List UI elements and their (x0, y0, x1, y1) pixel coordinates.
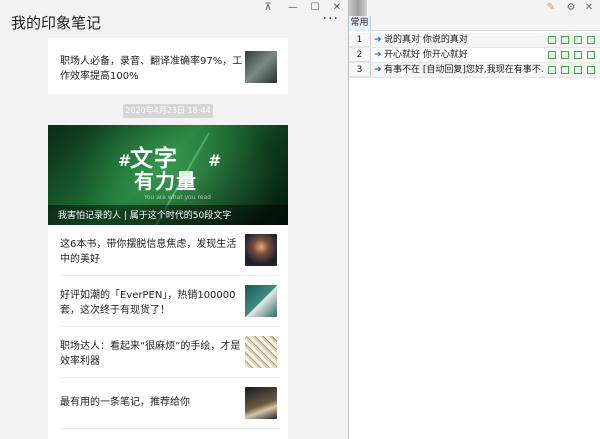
reply-text[interactable]: 说的真对 你说的真对 (384, 33, 544, 47)
banner-image[interactable]: # # 文字 有力量 You are what you read 我害怕记录的人… (48, 125, 288, 225)
reply-row[interactable]: 2 ➜ 开心就好 你开心就好 (349, 48, 600, 62)
banner-subtitle: You are what you read (144, 194, 211, 201)
edit-icon[interactable]: ✎ (545, 2, 557, 14)
banner-caption-bar: 我害怕记录的人 | 属于这个时代的50段文字 (48, 205, 288, 225)
close-icon[interactable]: ✕ (583, 2, 595, 14)
image-icon[interactable] (548, 51, 556, 59)
pin-icon[interactable]: ⊼ (258, 1, 278, 15)
reply-row[interactable]: 3 ➜ 有事不在 [自动回复]您好,我现在有事不... (349, 63, 600, 77)
row-separator (349, 77, 600, 78)
article-thumbnail[interactable] (245, 51, 277, 83)
list-item[interactable]: 最有用的一条笔记，推荐给你 (48, 378, 288, 428)
minimize-icon[interactable]: — (283, 1, 303, 15)
list-item[interactable]: 这6本书，带你摆脱信息焦虑，发现生活中的美好 (48, 225, 288, 275)
image-icon[interactable] (574, 51, 582, 59)
banner-hash-right: # (208, 151, 222, 170)
evernote-panel: 我的印象笔记 ⊼ — ☐ ✕ ··· 职场人必备，录音、翻译准确率97%，工作效… (0, 0, 348, 439)
quick-reply-panel: ✎ ⚙ ✕ 常用 1 ➜ 说的真对 你说的真对 2 ➜ 开心就好 你开心就好 3… (349, 0, 600, 439)
image-icon[interactable] (548, 36, 556, 44)
image-icon[interactable] (548, 66, 556, 74)
banner-headline-2: 有力量 (134, 169, 197, 193)
row-number: 1 (349, 33, 371, 47)
image-icon[interactable] (574, 36, 582, 44)
tab-bar: 常用 (349, 16, 600, 31)
more-options-button[interactable]: ··· (323, 12, 339, 26)
list-item[interactable]: 职场达人：看起来“很麻烦”的手绘，才是效率利器 (48, 327, 288, 377)
app-title: 我的印象笔记 (11, 14, 102, 32)
article-thumbnail[interactable] (245, 285, 277, 317)
banner-caption[interactable]: 我害怕记录的人 | 属于这个时代的50段文字 (58, 208, 231, 221)
screen: 我的印象笔记 ⊼ — ☐ ✕ ··· 职场人必备，录音、翻译准确率97%，工作效… (0, 0, 600, 439)
image-icon[interactable] (561, 36, 569, 44)
image-icon[interactable] (561, 66, 569, 74)
tab-common[interactable]: 常用 (349, 16, 371, 31)
date-label: 2020年4月23日 18:44 (123, 104, 213, 118)
feed-card: # # 文字 有力量 You are what you read 我害怕记录的人… (48, 125, 288, 439)
image-icon[interactable] (574, 66, 582, 74)
title-bar: 我的印象笔记 ⊼ — ☐ ✕ ··· (0, 0, 348, 38)
maximize-icon[interactable]: ☐ (305, 1, 325, 15)
image-icon[interactable] (587, 66, 595, 74)
divider (60, 428, 280, 429)
list-item[interactable]: 好评如潮的「EverPEN」，热销100000套，这次终于有现货了！ (48, 276, 288, 326)
reply-row[interactable]: 1 ➜ 说的真对 你说的真对 (349, 33, 600, 47)
article-thumbnail[interactable] (245, 336, 277, 368)
article-title[interactable]: 好评如潮的「EverPEN」，热销100000套，这次终于有现货了！ (60, 288, 245, 318)
settings-icon[interactable]: ⚙ (565, 2, 577, 14)
arrow-icon: ➜ (374, 50, 382, 60)
arrow-icon: ➜ (374, 35, 382, 45)
article-title[interactable]: 最有用的一条笔记，推荐给你 (60, 395, 245, 410)
quick-reply-toolbar: ✎ ⚙ ✕ (349, 0, 600, 16)
article-thumbnail[interactable] (245, 234, 277, 266)
blurred-avatar (349, 0, 367, 16)
reply-text[interactable]: 有事不在 [自动回复]您好,我现在有事不... (384, 63, 544, 77)
feed-card[interactable]: 职场人必备，录音、翻译准确率97%，工作效率提高100% (48, 38, 288, 94)
image-icon[interactable] (587, 36, 595, 44)
row-number: 3 (349, 63, 371, 77)
image-icon[interactable] (587, 51, 595, 59)
arrow-icon: ➜ (374, 65, 382, 75)
article-title[interactable]: 这6本书，带你摆脱信息焦虑，发现生活中的美好 (60, 237, 245, 267)
reply-text[interactable]: 开心就好 你开心就好 (384, 48, 544, 62)
article-title[interactable]: 职场人必备，录音、翻译准确率97%，工作效率提高100% (60, 54, 245, 84)
article-thumbnail[interactable] (245, 387, 277, 419)
row-number: 2 (349, 48, 371, 62)
image-icon[interactable] (561, 51, 569, 59)
article-title[interactable]: 职场达人：看起来“很麻烦”的手绘，才是效率利器 (60, 339, 245, 369)
